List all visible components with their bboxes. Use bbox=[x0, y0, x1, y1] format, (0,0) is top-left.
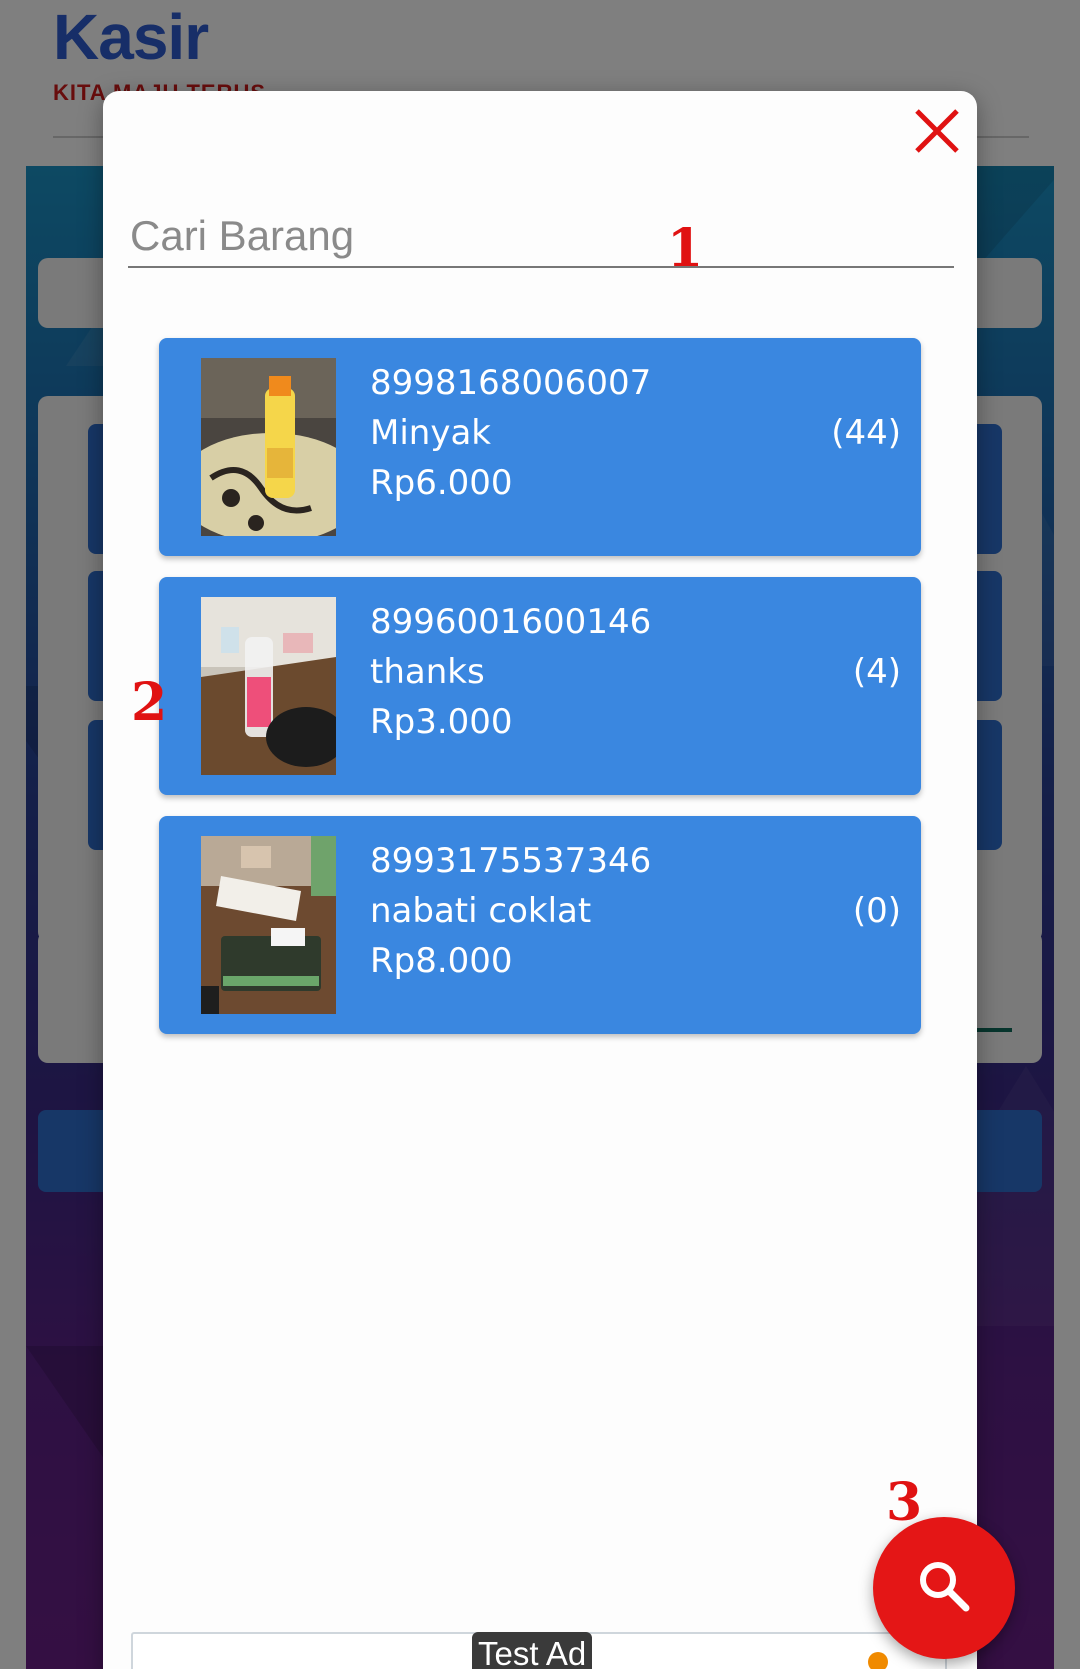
search-fab-button[interactable] bbox=[873, 1517, 1015, 1659]
item-barcode: 8998168006007 bbox=[370, 363, 652, 403]
item-name: thanks bbox=[370, 652, 485, 692]
item-stock: (44) bbox=[831, 413, 901, 453]
item-stock: (4) bbox=[852, 652, 901, 692]
item-stock: (0) bbox=[852, 891, 901, 931]
annotation-marker-3: 3 bbox=[886, 1472, 923, 1533]
item-barcode: 8993175537346 bbox=[370, 841, 652, 881]
ad-icon bbox=[868, 1652, 888, 1669]
close-icon bbox=[913, 107, 961, 160]
screen: Kasir KITA MAJU TERUS bbox=[0, 0, 1080, 1669]
list-item[interactable]: 8996001600146 thanks Rp3.000 (4) bbox=[159, 577, 921, 795]
search-input[interactable] bbox=[128, 206, 954, 268]
list-item[interactable]: 8998168006007 Minyak Rp6.000 (44) bbox=[159, 338, 921, 556]
item-barcode: 8996001600146 bbox=[370, 602, 652, 642]
item-name: nabati coklat bbox=[370, 891, 592, 931]
item-name: Minyak bbox=[370, 413, 491, 453]
annotation-marker-1: 1 bbox=[667, 218, 704, 279]
product-image bbox=[201, 358, 336, 536]
product-image bbox=[201, 597, 336, 775]
close-button[interactable] bbox=[909, 105, 965, 161]
product-image bbox=[201, 836, 336, 1014]
ad-label: Test Ad bbox=[472, 1632, 593, 1669]
search-icon bbox=[914, 1556, 974, 1621]
annotation-marker-2: 2 bbox=[131, 672, 168, 733]
item-search-dialog: 8998168006007 Minyak Rp6.000 (44) 899600 bbox=[103, 91, 977, 1669]
item-price: Rp6.000 bbox=[370, 463, 513, 503]
item-price: Rp3.000 bbox=[370, 702, 513, 742]
list-item[interactable]: 8993175537346 nabati coklat Rp8.000 (0) bbox=[159, 816, 921, 1034]
item-price: Rp8.000 bbox=[370, 941, 513, 981]
